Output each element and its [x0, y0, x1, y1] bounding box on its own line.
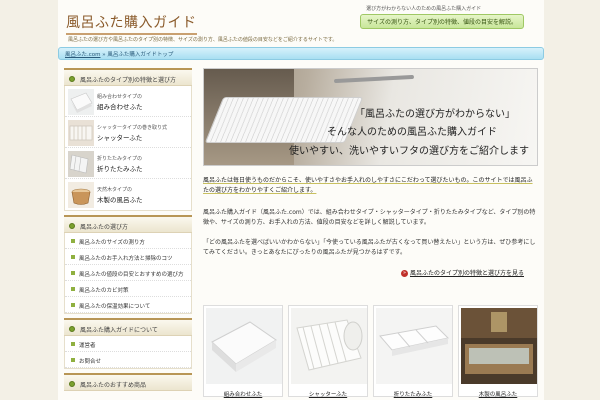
page: 風呂ふた購入ガイド 風呂ふたの選び方や風呂ふたのタイプ別の特徴、サイズの測り方、…: [58, 0, 544, 400]
product-list: 組み合わせタイプの 組み合わせふた シャッタータイプの巻き取り式 シャッターふた: [64, 86, 192, 211]
wooden-bath-photo: [461, 308, 537, 384]
menu-item-label: 運営者: [79, 343, 96, 349]
main-content: 「風呂ふたの選び方がわからない」 そんな人のための風呂ふた購入ガイド 使いやすい…: [203, 68, 538, 277]
breadcrumb-current: 風呂ふた購入ガイドトップ: [107, 52, 174, 58]
kumiawase-lid-photo: [206, 308, 282, 384]
square-bullet-icon: [71, 271, 75, 275]
breadcrumb-home-link[interactable]: 風呂ふた.com: [65, 52, 101, 58]
product-card-wood[interactable]: 木製の風呂ふた: [458, 305, 538, 398]
menu-item[interactable]: 風呂ふたのサイズの測り方: [65, 233, 191, 249]
sidebar-heading-products: 風呂ふたのタイプ別の特徴と選び方: [64, 68, 192, 86]
menu-item[interactable]: 運営者: [65, 336, 191, 352]
sidebar-heading-label: 風呂ふた購入ガイドについて: [80, 327, 158, 334]
arrow-circle-icon: »: [400, 270, 408, 277]
green-dot-icon: [69, 223, 75, 229]
menu-item-label: 風呂ふたの値段の目安とおすすめの選び方: [79, 272, 184, 278]
product-card-caption[interactable]: シャッターふた: [289, 390, 367, 398]
product-item-wood[interactable]: 天然木タイプの 木製の風呂ふた: [65, 179, 191, 210]
hero-banner: 「風呂ふたの選び方がわからない」 そんな人のための風呂ふた購入ガイド 使いやすい…: [203, 68, 538, 166]
menu-item[interactable]: お問合せ: [65, 352, 191, 368]
product-name[interactable]: 木製の風呂ふた: [97, 194, 143, 204]
green-dot-icon: [69, 381, 75, 387]
menu-item-label: 風呂ふたのお手入れ方法と掃除のコツ: [79, 256, 173, 262]
sidebar-heading-label: 風呂ふたのおすすめ商品: [80, 382, 147, 389]
sidebar-heading-label: 風呂ふたのタイプ別の特徴と選び方: [80, 77, 177, 84]
square-bullet-icon: [71, 239, 75, 243]
product-card-oritatami[interactable]: 折りたたみふた: [373, 305, 453, 398]
product-small-label: 折りたたみタイプの: [97, 156, 143, 162]
product-card-shutter[interactable]: シャッターふた: [288, 305, 368, 398]
product-name[interactable]: 折りたたみふた: [97, 163, 143, 173]
guide-menu: 風呂ふたのサイズの測り方 風呂ふたのお手入れ方法と掃除のコツ 風呂ふたの値段の目…: [64, 233, 192, 314]
green-dot-icon: [69, 76, 75, 82]
square-bullet-icon: [71, 358, 75, 362]
intro-paragraph-2: 風呂ふた購入ガイド（風呂ふた.com）では、組み合わせタイプ・シャッタータイプ・…: [203, 209, 536, 226]
product-small-label: 天然木タイプの: [97, 187, 133, 193]
square-bullet-icon: [71, 287, 75, 291]
sidebar-heading-label: 風呂ふたの選び方: [80, 224, 129, 231]
green-dot-icon: [69, 326, 75, 332]
folding-lid-photo: [376, 308, 452, 384]
tagline-small: 選び方がわからない人のための風呂ふた購入ガイド: [366, 6, 482, 12]
site-logo[interactable]: 風呂ふた購入ガイド: [66, 12, 197, 35]
shutter-lid-photo: [291, 308, 367, 384]
intro-paragraph-3: 「どの風呂ふたを選べばいいかわからない」「今使っている風呂ふたが古くなって買い替…: [203, 239, 536, 256]
sidebar-heading-about: 風呂ふた購入ガイドについて: [64, 318, 192, 336]
breadcrumb: 風呂ふた.com » 風呂ふた購入ガイドトップ: [65, 50, 173, 58]
product-name[interactable]: 組み合わせふた: [97, 101, 143, 111]
site-description: 風呂ふたの選び方や風呂ふたのタイプ別の特徴、サイズの測り方、風呂ふたの値段の目安…: [68, 37, 338, 43]
hero-line-3: 使いやすい、洗いやすいフタの選び方をご紹介します: [289, 146, 529, 157]
product-name[interactable]: シャッターふた: [97, 132, 167, 142]
menu-item-label: お問合せ: [79, 359, 102, 365]
product-item-kumiawase[interactable]: 組み合わせタイプの 組み合わせふた: [65, 86, 191, 117]
square-bullet-icon: [71, 342, 75, 346]
square-bullet-icon: [71, 303, 75, 307]
product-card-kumiawase[interactable]: 組み合わせふた: [203, 305, 283, 398]
product-item-oritatami[interactable]: 折りたたみタイプの 折りたたみふた: [65, 148, 191, 179]
menu-item-label: 風呂ふたのカビ対策: [79, 288, 129, 294]
read-more: » 風呂ふたのタイプ別の特徴と選び方を見る: [203, 268, 538, 277]
product-card-caption[interactable]: 折りたたみふた: [374, 390, 452, 398]
product-card-caption[interactable]: 木製の風呂ふた: [459, 390, 537, 398]
hero-line-2: そんな人のための風呂ふた購入ガイド: [327, 127, 497, 138]
about-menu: 運営者 お問合せ: [64, 336, 192, 369]
wooden-tub-thumbnail: [68, 182, 94, 208]
hero-line-1: 「風呂ふたの選び方がわからない」: [355, 109, 515, 120]
product-small-label: シャッタータイプの巻き取り式: [97, 125, 168, 131]
product-cards: 組み合わせふた シャッターふた 折りたたみふた 木製の風呂ふた: [203, 305, 538, 400]
menu-item[interactable]: 風呂ふたの保温効果について: [65, 297, 191, 313]
sidebar-heading-guide: 風呂ふたの選び方: [64, 215, 192, 233]
sidebar-heading-recommend: 風呂ふたのおすすめ商品: [64, 373, 192, 391]
breadcrumb-bar: 風呂ふた.com » 風呂ふた購入ガイドトップ: [58, 47, 544, 60]
shutter-lid-thumbnail: [68, 120, 94, 146]
header-tagline: 選び方がわからない人のための風呂ふた購入ガイド サイズの測り方、タイプ別の特徴、…: [360, 5, 524, 29]
product-card-caption[interactable]: 組み合わせふた: [204, 390, 282, 398]
menu-item-label: 風呂ふたの保温効果について: [79, 304, 151, 310]
grab-rail-image: [333, 74, 415, 84]
menu-item[interactable]: 風呂ふたのカビ対策: [65, 281, 191, 297]
folding-lid-thumbnail: [68, 151, 94, 177]
menu-item[interactable]: 風呂ふたの値段の目安とおすすめの選び方: [65, 265, 191, 281]
menu-item[interactable]: 風呂ふたのお手入れ方法と掃除のコツ: [65, 249, 191, 265]
tagline-banner: サイズの測り方、タイプ別の特徴、値段の目安を解説。: [360, 14, 524, 29]
site-header: 風呂ふた購入ガイド 風呂ふたの選び方や風呂ふたのタイプ別の特徴、サイズの測り方、…: [58, 0, 544, 46]
intro-paragraph-1: 風呂ふたは毎日使うものだからこそ、使いやすさやお手入れのしやすさにこだわって選び…: [203, 177, 533, 194]
product-small-label: 組み合わせタイプの: [97, 94, 143, 100]
menu-item-label: 風呂ふたのサイズの測り方: [79, 240, 145, 246]
sidebar: 風呂ふたのタイプ別の特徴と選び方 組み合わせタイプの 組み合わせふた シャッター…: [64, 68, 192, 391]
read-more-link[interactable]: 風呂ふたのタイプ別の特徴と選び方を見る: [410, 270, 524, 277]
square-bullet-icon: [71, 255, 75, 259]
kumiawase-lid-thumbnail: [68, 89, 94, 115]
product-item-shutter[interactable]: シャッタータイプの巻き取り式 シャッターふた: [65, 117, 191, 148]
